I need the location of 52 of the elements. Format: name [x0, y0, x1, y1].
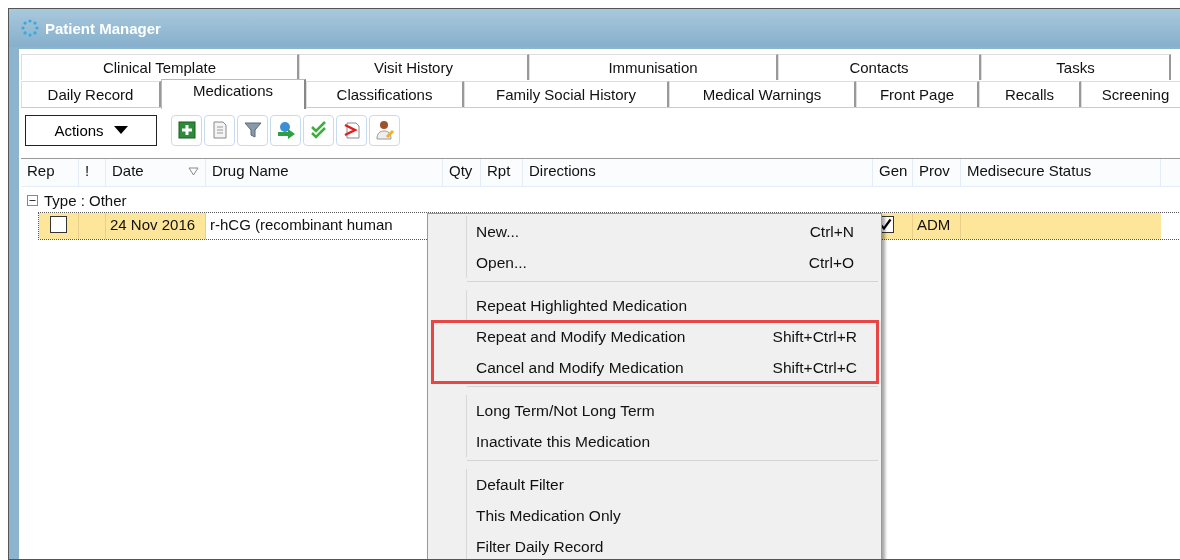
group-label: Type : Other — [44, 191, 127, 209]
menu-item[interactable]: Repeat Highlighted Medication — [467, 290, 878, 321]
filter-icon — [241, 119, 264, 141]
tab[interactable]: Visit History — [299, 54, 529, 80]
tab[interactable]: Contacts — [778, 54, 981, 80]
menu-item[interactable]: New... Ctrl+N — [467, 216, 878, 247]
column-header[interactable]: Rpt — [487, 162, 511, 179]
menu-item[interactable]: Open... Ctrl+O — [467, 247, 878, 278]
window-title: Patient Manager — [45, 19, 161, 37]
toolbar-button[interactable] — [369, 114, 400, 146]
tab[interactable]: Screening — [1081, 81, 1180, 107]
menu-item[interactable]: Cancel and Modify Medication Shift+Ctrl+C — [433, 352, 878, 383]
caret-icon — [113, 126, 128, 134]
toolbar-button[interactable] — [303, 114, 334, 146]
tab[interactable]: Recalls — [979, 81, 1081, 107]
table-cell-text: ADM — [917, 216, 951, 235]
toolbar-button[interactable] — [336, 114, 367, 146]
column-header[interactable]: Date — [112, 162, 144, 179]
menu-item[interactable]: This Medication Only — [467, 500, 878, 531]
column-header[interactable]: Directions — [529, 162, 596, 179]
column-header[interactable]: ! — [85, 162, 90, 179]
tab[interactable]: Immunisation — [529, 54, 778, 80]
table-cell-text: r-hCG (recombinant human — [210, 216, 393, 235]
table-cell-text: 24 Nov 2016 — [110, 216, 196, 235]
doctor-icon — [373, 119, 396, 141]
checkbox[interactable] — [50, 216, 67, 233]
toolbar-button[interactable] — [237, 114, 268, 146]
tab[interactable]: Front Page — [856, 81, 979, 107]
add-icon — [175, 119, 198, 141]
menu-item[interactable]: Inactivate this Medication — [467, 426, 878, 457]
tab[interactable]: Classifications — [306, 81, 464, 107]
column-header[interactable]: Gen — [879, 162, 908, 179]
tab[interactable]: Family Social History — [464, 81, 669, 107]
column-header[interactable]: Medisecure Status — [967, 162, 1092, 179]
actions-button[interactable]: Actions — [25, 114, 157, 146]
menu-item[interactable]: Long Term/Not Long Term — [467, 395, 878, 426]
tab[interactable]: Daily Record — [21, 81, 161, 107]
menu-item[interactable]: Repeat and Modify Medication Shift+Ctrl+R — [433, 321, 878, 352]
tab[interactable]: Clinical Template — [21, 54, 299, 80]
tab[interactable]: Tasks — [981, 54, 1171, 80]
menu-item[interactable]: Default Filter — [467, 469, 878, 500]
column-header[interactable]: Qty — [449, 162, 473, 179]
column-header[interactable]: Prov — [919, 162, 950, 179]
column-header[interactable]: Drug Name — [212, 162, 289, 179]
collapse-icon[interactable] — [27, 194, 38, 206]
toolbar-button[interactable] — [270, 114, 301, 146]
toolbar-button[interactable] — [171, 114, 202, 146]
column-header[interactable]: Rep — [27, 162, 55, 179]
tab[interactable]: Medications — [161, 79, 306, 109]
menu-item[interactable]: Filter Daily Record — [467, 531, 878, 559]
tab[interactable]: Medical Warnings — [669, 81, 856, 107]
app-icon — [21, 19, 39, 37]
